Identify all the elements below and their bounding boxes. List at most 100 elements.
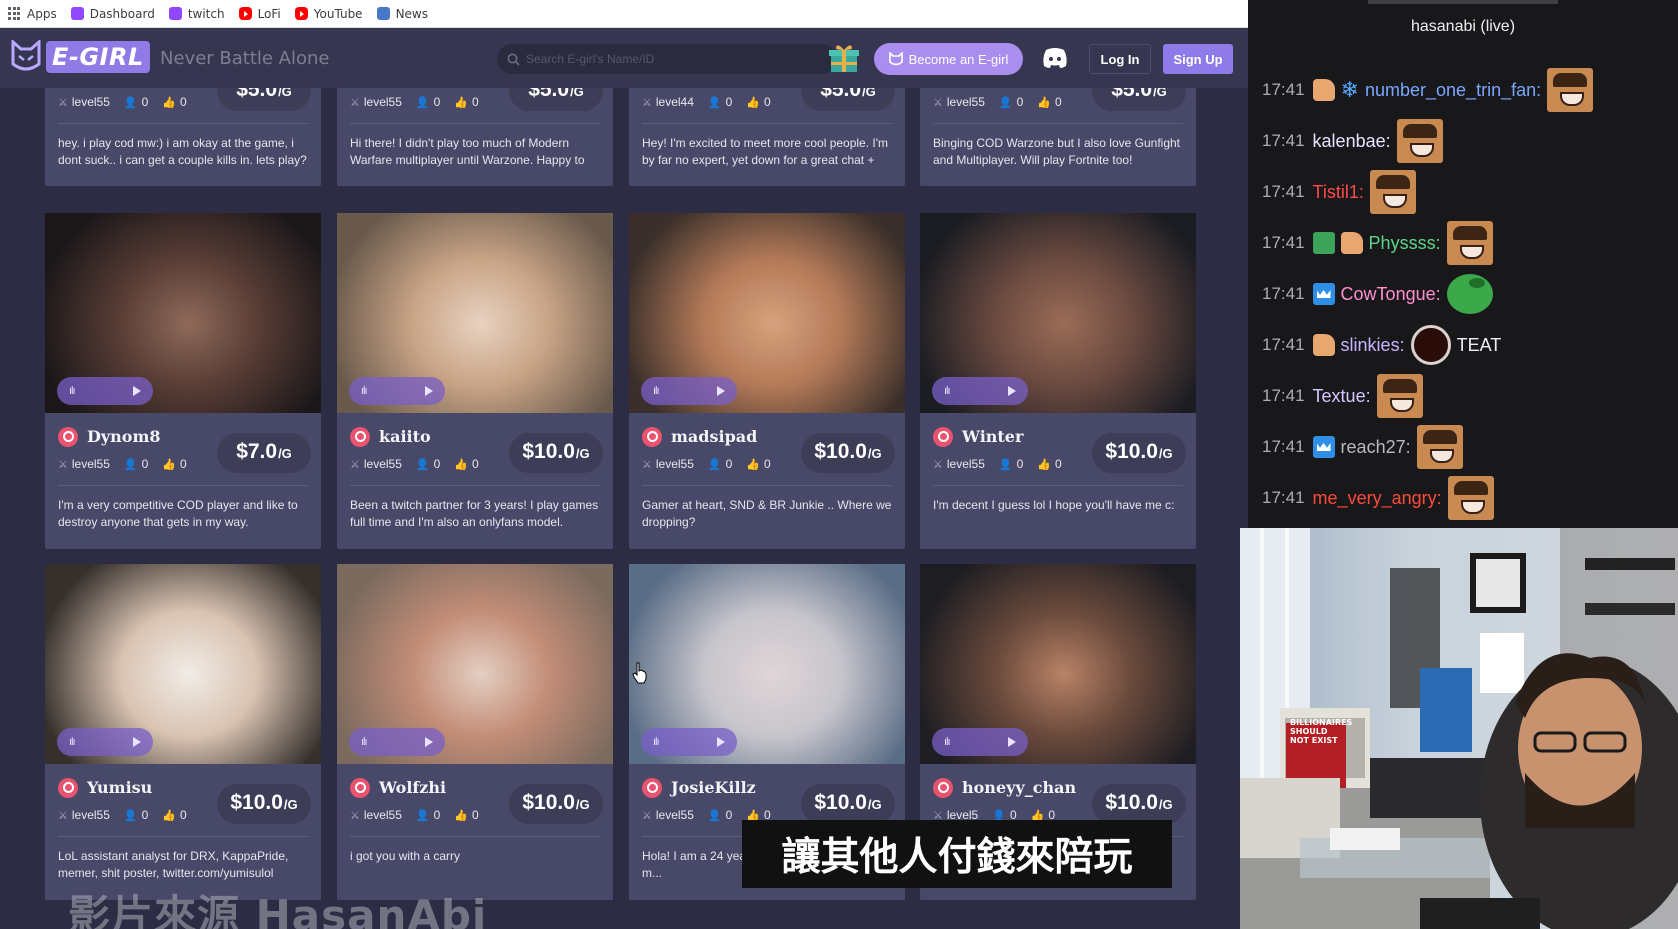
chat-username[interactable]: CowTongue — [1341, 284, 1436, 305]
price-amount: $10.0 — [1105, 791, 1158, 814]
card-name[interactable]: Winter — [962, 427, 1023, 446]
egirl-card[interactable]: ılı kaiito ⚔ level55 👤 0 👍 0 $10.0/G Been a twitc… — [337, 213, 613, 549]
audio-wave-icon: ılı — [653, 736, 659, 748]
bookmark-label: LoFi — [257, 6, 281, 21]
price-unit: /G — [278, 88, 292, 99]
egirl-card[interactable]: ılı madsipad ⚔ level55 👤 0 👍 0 $10.0/G Gamer at h… — [629, 213, 905, 549]
chat-username[interactable]: number_one_trin_fan — [1365, 80, 1536, 101]
play-icon — [717, 386, 725, 396]
twitch-icon — [70, 7, 84, 20]
sword-level-icon: ⚔ — [642, 809, 652, 822]
egirl-card[interactable]: ılı Yumisu ⚔ level55 👤 0 👍 0 $10.0/G LoL assistan… — [45, 564, 321, 900]
chat-message: 17:41 Textue: — [1262, 373, 1423, 419]
voice-preview-button[interactable]: ılı — [57, 377, 153, 405]
profile-photo[interactable]: ılı — [337, 213, 613, 413]
discord-icon[interactable] — [1042, 46, 1068, 70]
profile-photo[interactable]: ılı — [920, 564, 1196, 764]
profile-photo[interactable]: ılı — [45, 213, 321, 413]
card-stats: ⚔ level44 👤 0 👍 0 — [642, 95, 771, 109]
profile-photo[interactable]: ılı — [629, 213, 905, 413]
gift-icon[interactable] — [828, 42, 860, 74]
bookmark-news[interactable]: News — [376, 7, 428, 21]
mic-badge-icon — [350, 778, 370, 798]
card-name[interactable]: Wolfzhi — [379, 778, 446, 797]
card-name[interactable]: madsipad — [671, 427, 757, 446]
egirl-card[interactable]: ılı Dynom8 ⚔ level55 👤 0 👍 0 $7.0/G I'm a very co… — [45, 213, 321, 549]
mic-badge-icon — [58, 778, 78, 798]
card-description: Hi there! I didn't play too much of Mode… — [350, 136, 585, 167]
chat-message: 17:41 Physsss: — [1262, 220, 1493, 266]
card-description: Hey! I'm excited to meet more cool peopl… — [642, 136, 889, 167]
price-unit: /G — [867, 797, 882, 812]
search-box[interactable] — [497, 44, 837, 74]
egirl-card[interactable]: ılı Winter ⚔ level55 👤 0 👍 0 $10.0/G I'm decent I… — [920, 213, 1196, 549]
card-divider — [58, 485, 308, 486]
chat-timestamp: 17:41 — [1262, 80, 1305, 99]
voice-preview-button[interactable]: ılı — [57, 728, 153, 756]
card-name[interactable]: kaiito — [379, 427, 431, 446]
profile-photo[interactable]: ılı — [45, 564, 321, 764]
stat-value: level44 — [655, 95, 694, 109]
voice-preview-button[interactable]: ılı — [641, 377, 737, 405]
chat-username[interactable]: reach27 — [1341, 437, 1406, 458]
stat-value: 0 — [1055, 457, 1062, 471]
card-name[interactable]: honeyy_chan — [962, 778, 1076, 797]
bookmark-label: Apps — [27, 6, 57, 21]
card-stats: ⚔ level55 👤 0 👍 0 — [350, 457, 479, 471]
signup-button[interactable]: Sign Up — [1163, 44, 1233, 74]
chat-username[interactable]: Textue — [1313, 386, 1366, 407]
become-egirl-button[interactable]: Become an E-girl — [874, 43, 1023, 75]
card-name[interactable]: Yumisu — [87, 778, 152, 797]
profile-photo[interactable]: ılı — [629, 564, 905, 764]
chat-message: 17:41 kalenbae: — [1262, 118, 1443, 164]
search-input[interactable] — [526, 52, 816, 66]
site-logo[interactable]: E-GIRL — [10, 40, 150, 74]
stat-level: ⚔ level55 — [58, 95, 110, 109]
card-name[interactable]: JosieKillz — [671, 778, 756, 797]
price-unit: /G — [862, 88, 876, 99]
bookmark-dashboard[interactable]: Dashboard — [70, 7, 155, 21]
chat-username[interactable]: me_very_angry — [1313, 488, 1437, 509]
stat-value: 0 — [472, 457, 479, 471]
mic-badge-icon — [58, 427, 78, 447]
bookmark-youtube[interactable]: YouTube — [294, 7, 363, 21]
voice-preview-button[interactable]: ılı — [349, 377, 445, 405]
bookmark-lofi[interactable]: LoFi — [238, 6, 281, 21]
egirl-card[interactable]: ılı Wolfzhi ⚔ level55 👤 0 👍 0 $10.0/G i got you w… — [337, 564, 613, 900]
card-stats: ⚔ level55 👤 0 👍 0 — [933, 95, 1062, 109]
bookmark-twitch[interactable]: twitch — [168, 7, 225, 21]
egirl-card[interactable]: cheetahpink⚔level55👤0👍0$5.0/GHi there! I… — [337, 88, 613, 186]
voice-preview-button[interactable]: ılı — [349, 728, 445, 756]
egirl-card[interactable]: MoonFall⚔level44👤0👍0$5.0/GHey! I'm excit… — [629, 88, 905, 186]
sword-level-icon: ⚔ — [58, 96, 68, 109]
login-button[interactable]: Log In — [1089, 44, 1151, 74]
stat-level: ⚔ level55 — [933, 457, 985, 471]
chat-colon: : — [1365, 385, 1371, 406]
price-amount: $5.0 — [820, 88, 862, 101]
voice-preview-button[interactable]: ılı — [932, 377, 1028, 405]
card-description: Binging COD Warzone but I also love Gunf… — [933, 136, 1181, 167]
voice-preview-button[interactable]: ılı — [932, 728, 1028, 756]
stat-value: level55 — [71, 95, 110, 109]
mic-badge-icon — [350, 427, 370, 447]
profile-photo[interactable]: ılı — [337, 564, 613, 764]
price-amount: $5.0 — [236, 88, 278, 101]
chat-scrollbar[interactable] — [1368, 0, 1558, 4]
chat-username[interactable]: slinkies — [1341, 335, 1400, 356]
egirl-card[interactable]: Xeroxvega⚔level55👤0👍0$5.0/GBinging COD W… — [920, 88, 1196, 186]
chat-message: 17:41 slinkies: TEAT — [1262, 322, 1501, 368]
bookmark-apps[interactable]: Apps — [8, 7, 57, 21]
egirl-card[interactable]: Patty_no⚔level55👤0👍0$5.0/Ghey. i play co… — [45, 88, 321, 186]
voice-preview-button[interactable]: ılı — [641, 728, 737, 756]
chat-username[interactable]: Physsss — [1369, 233, 1436, 254]
stat-value: level55 — [71, 808, 110, 822]
card-name[interactable]: Dynom8 — [87, 427, 161, 446]
chat-username[interactable]: Tistil1 — [1313, 182, 1359, 203]
chat-username[interactable]: kalenbae — [1313, 131, 1386, 152]
mouse-cursor-icon — [632, 662, 647, 684]
chat-colon: : — [1385, 130, 1391, 151]
chat-colon: : — [1399, 334, 1405, 355]
profile-photo[interactable]: ılı — [920, 213, 1196, 413]
price-unit: /G — [570, 88, 584, 99]
stat-likes: 👍 0 — [162, 95, 186, 109]
